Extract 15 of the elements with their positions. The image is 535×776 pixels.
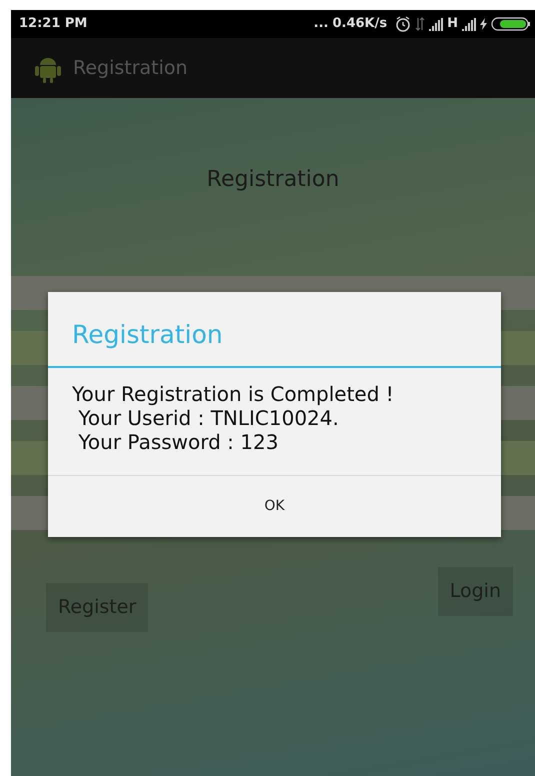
charging-icon: [480, 18, 487, 30]
alarm-icon: [395, 16, 412, 32]
more-indicator: ...: [314, 15, 328, 34]
battery-icon: [491, 17, 531, 31]
dialog-title: Registration: [48, 292, 501, 368]
screen-heading: Registration: [206, 166, 340, 194]
signal-icon: [429, 18, 444, 30]
signal-icon: [462, 18, 476, 30]
dialog-message: Your Registration is Completed ! Your Userid : TNLIC10024. Your Password : 123: [48, 368, 501, 476]
network-speed: 0.46K/s: [332, 15, 388, 34]
app-title: Registration: [73, 56, 188, 81]
data-arrows-icon: [415, 17, 426, 31]
ok-button[interactable]: OK: [48, 476, 501, 537]
network-type: H: [447, 15, 458, 34]
status-time: 12:21 PM: [19, 15, 88, 34]
